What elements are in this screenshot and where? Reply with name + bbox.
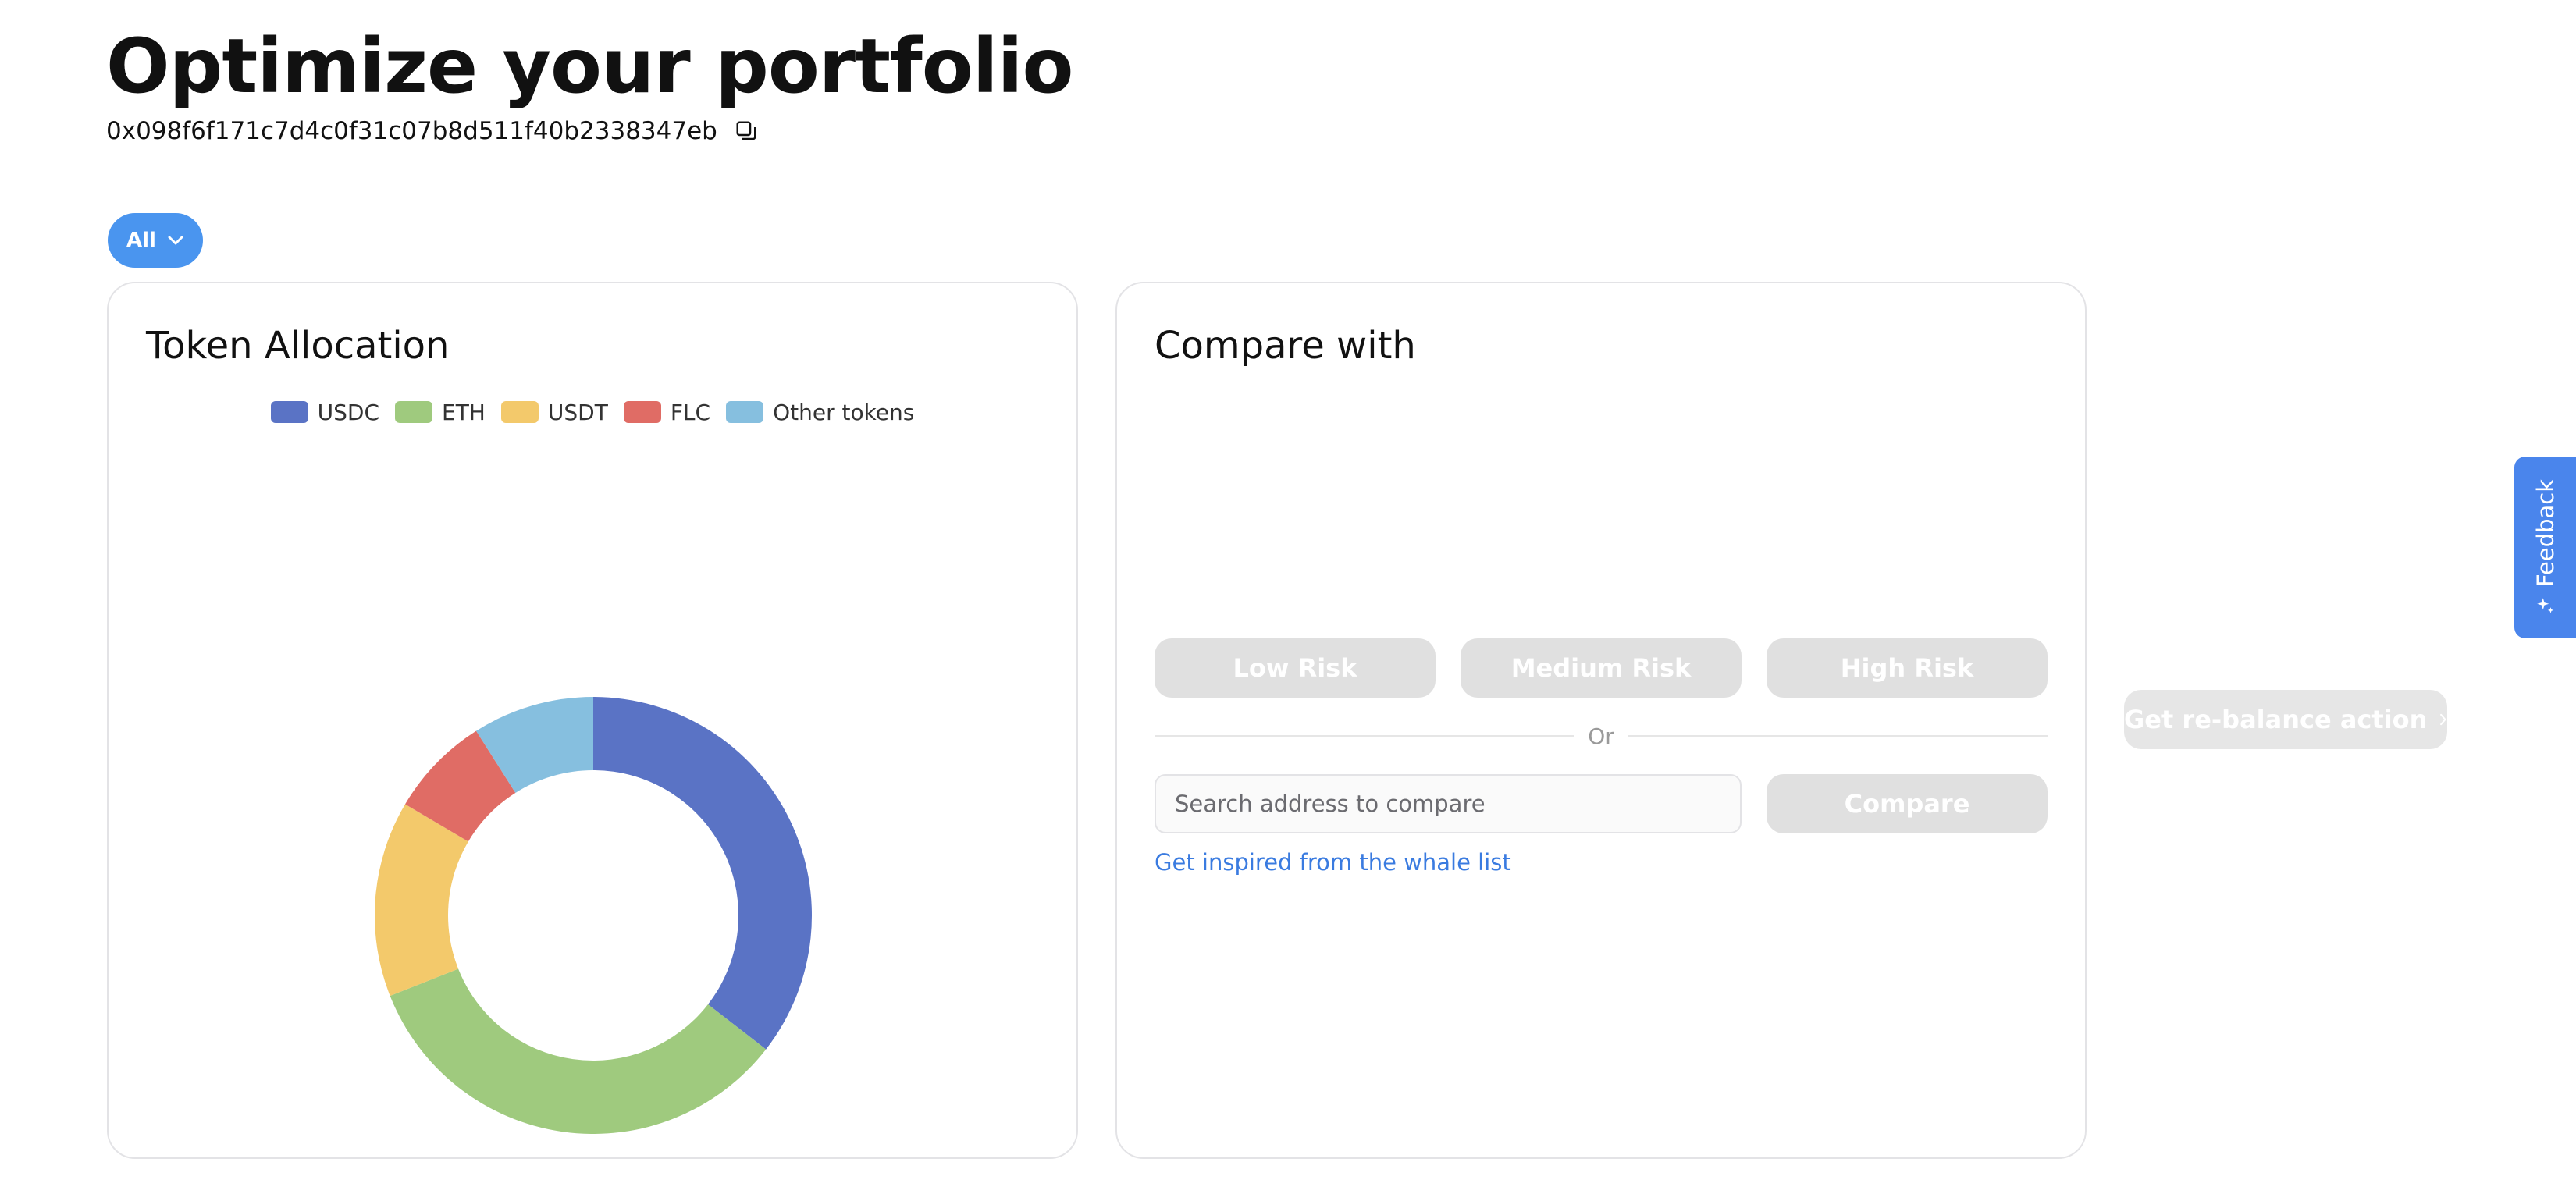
- compare-card: Compare with Low Risk Medium Risk High R…: [1115, 282, 2087, 1159]
- page-title: Optimize your portfolio: [106, 23, 1073, 110]
- donut-chart: [375, 697, 812, 1134]
- rebalance-action-button[interactable]: Get re-balance action: [2124, 690, 2447, 749]
- legend-item-flc[interactable]: FLC: [623, 399, 711, 425]
- legend-label: FLC: [670, 399, 711, 425]
- feedback-tab[interactable]: Feedback: [2514, 457, 2576, 638]
- low-risk-button[interactable]: Low Risk: [1155, 638, 1436, 698]
- legend-label: USDT: [547, 399, 608, 425]
- page: Optimize your portfolio 0x098f6f171c7d4c…: [0, 0, 2576, 1194]
- divider-text: Or: [1588, 723, 1614, 749]
- whale-list-link[interactable]: Get inspired from the whale list: [1155, 847, 1511, 878]
- divider-line: [1628, 735, 2048, 737]
- legend-label: ETH: [442, 399, 486, 425]
- medium-risk-button[interactable]: Medium Risk: [1461, 638, 1742, 698]
- legend-swatch: [623, 401, 661, 423]
- donut-slice-eth[interactable]: [390, 968, 767, 1134]
- risk-button-row: Low Risk Medium Risk High Risk: [1155, 638, 2048, 698]
- legend-item-usdc[interactable]: USDC: [270, 399, 380, 425]
- chevron-down-icon: [168, 236, 183, 245]
- feedback-label: Feedback: [2532, 478, 2559, 587]
- chevron-right-icon: [2440, 713, 2446, 726]
- feedback-content: Feedback: [2532, 478, 2559, 616]
- donut-slice-usdc[interactable]: [593, 697, 812, 1050]
- divider-line: [1155, 735, 1574, 737]
- sparkle-icon: [2536, 597, 2553, 613]
- compare-title: Compare with: [1155, 324, 1416, 368]
- filter-selected-label: All: [126, 229, 156, 252]
- compare-address-input[interactable]: [1155, 774, 1742, 833]
- token-allocation-card: Token Allocation USDC ETH USDT FLC Other…: [107, 282, 1078, 1159]
- legend-label: Other tokens: [773, 399, 915, 425]
- legend-item-eth[interactable]: ETH: [395, 400, 486, 425]
- token-allocation-title: Token Allocation: [146, 324, 450, 368]
- chart-legend: USDC ETH USDT FLC Other tokens: [109, 396, 1076, 428]
- rebalance-label: Get re-balance action: [2124, 705, 2428, 734]
- legend-swatch: [270, 401, 308, 423]
- legend-swatch: [726, 401, 764, 423]
- donut-chart-area: [109, 439, 1076, 1157]
- legend-swatch: [500, 401, 539, 423]
- network-filter-dropdown[interactable]: All: [108, 213, 203, 268]
- legend-label: USDC: [317, 399, 380, 425]
- legend-swatch: [395, 401, 433, 423]
- high-risk-button[interactable]: High Risk: [1767, 638, 2048, 698]
- or-divider: Or: [1155, 720, 2048, 752]
- legend-item-other-tokens[interactable]: Other tokens: [726, 400, 914, 425]
- wallet-address-row: 0x098f6f171c7d4c0f31c07b8d511f40b2338347…: [106, 114, 758, 148]
- compare-button[interactable]: Compare: [1767, 774, 2048, 833]
- copy-icon[interactable]: [735, 119, 758, 143]
- legend-item-usdt[interactable]: USDT: [500, 399, 608, 425]
- wallet-address: 0x098f6f171c7d4c0f31c07b8d511f40b2338347…: [106, 117, 717, 145]
